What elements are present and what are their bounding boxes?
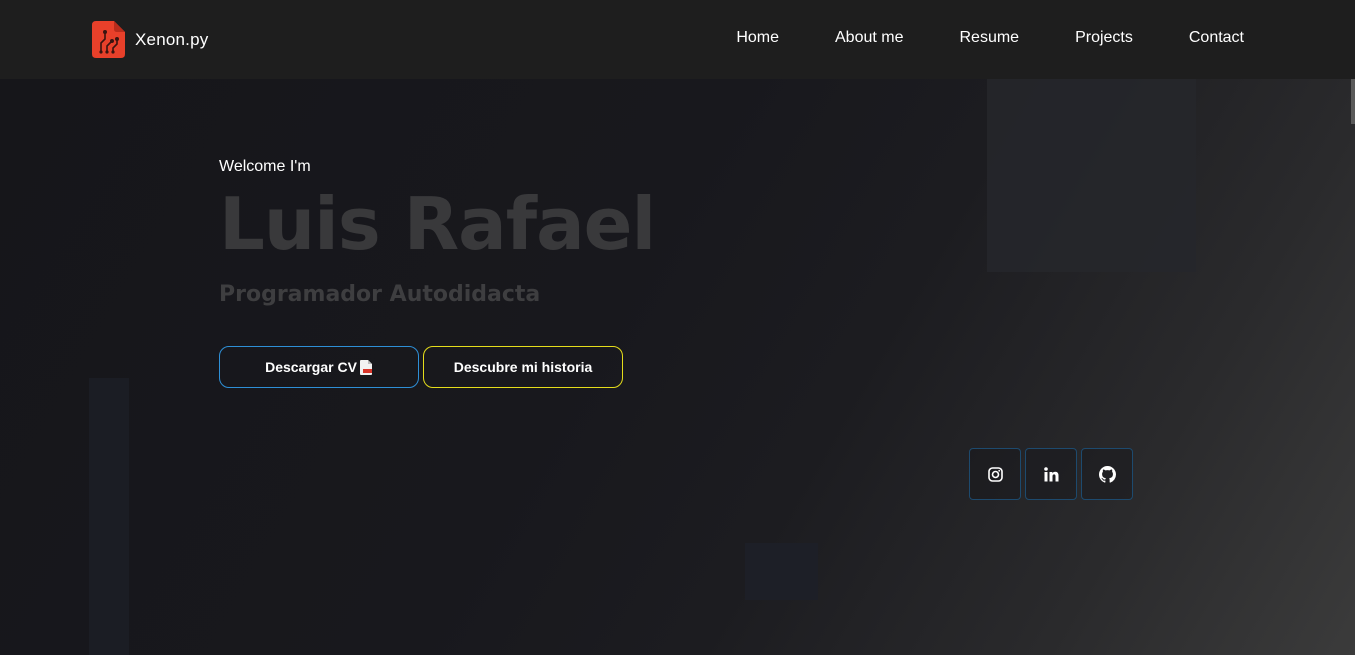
linkedin-icon — [1043, 466, 1058, 481]
circuit-file-icon — [92, 21, 125, 58]
hero-greeting: Welcome I'm — [219, 158, 311, 175]
github-icon — [1098, 465, 1116, 483]
decorative-square-top — [987, 79, 1196, 272]
hero: Welcome I'm Luis Rafael Programador Auto… — [219, 158, 656, 307]
nav-menu: Home About me Resume Projects Contact — [736, 29, 1244, 47]
nav-projects[interactable]: Projects — [1075, 29, 1133, 47]
cta-buttons: Descargar CV Descubre mi historia — [219, 346, 623, 388]
story-button[interactable]: Descubre mi historia — [423, 346, 623, 388]
decorative-bar-left — [89, 378, 129, 655]
nav-resume[interactable]: Resume — [959, 29, 1019, 47]
github-link[interactable] — [1081, 448, 1133, 500]
download-cv-label: Descargar CV — [265, 359, 357, 375]
instagram-icon — [987, 466, 1003, 482]
linkedin-link[interactable] — [1025, 448, 1077, 500]
social-links — [969, 448, 1133, 500]
nav-contact[interactable]: Contact — [1189, 29, 1244, 47]
navbar: Xenon.py Home About me Resume Projects C… — [0, 0, 1355, 79]
download-cv-button[interactable]: Descargar CV — [219, 346, 419, 388]
hero-role: Programador Autodidacta — [219, 282, 541, 307]
nav-about-me[interactable]: About me — [835, 29, 903, 47]
decorative-square-small — [745, 543, 818, 600]
pdf-file-icon — [359, 359, 372, 375]
hero-name: Luis Rafael — [219, 182, 656, 266]
instagram-link[interactable] — [969, 448, 1021, 500]
brand-name: Xenon.py — [135, 29, 209, 49]
nav-home[interactable]: Home — [736, 29, 779, 47]
story-label: Descubre mi historia — [453, 359, 593, 375]
brand[interactable]: Xenon.py — [92, 21, 208, 58]
